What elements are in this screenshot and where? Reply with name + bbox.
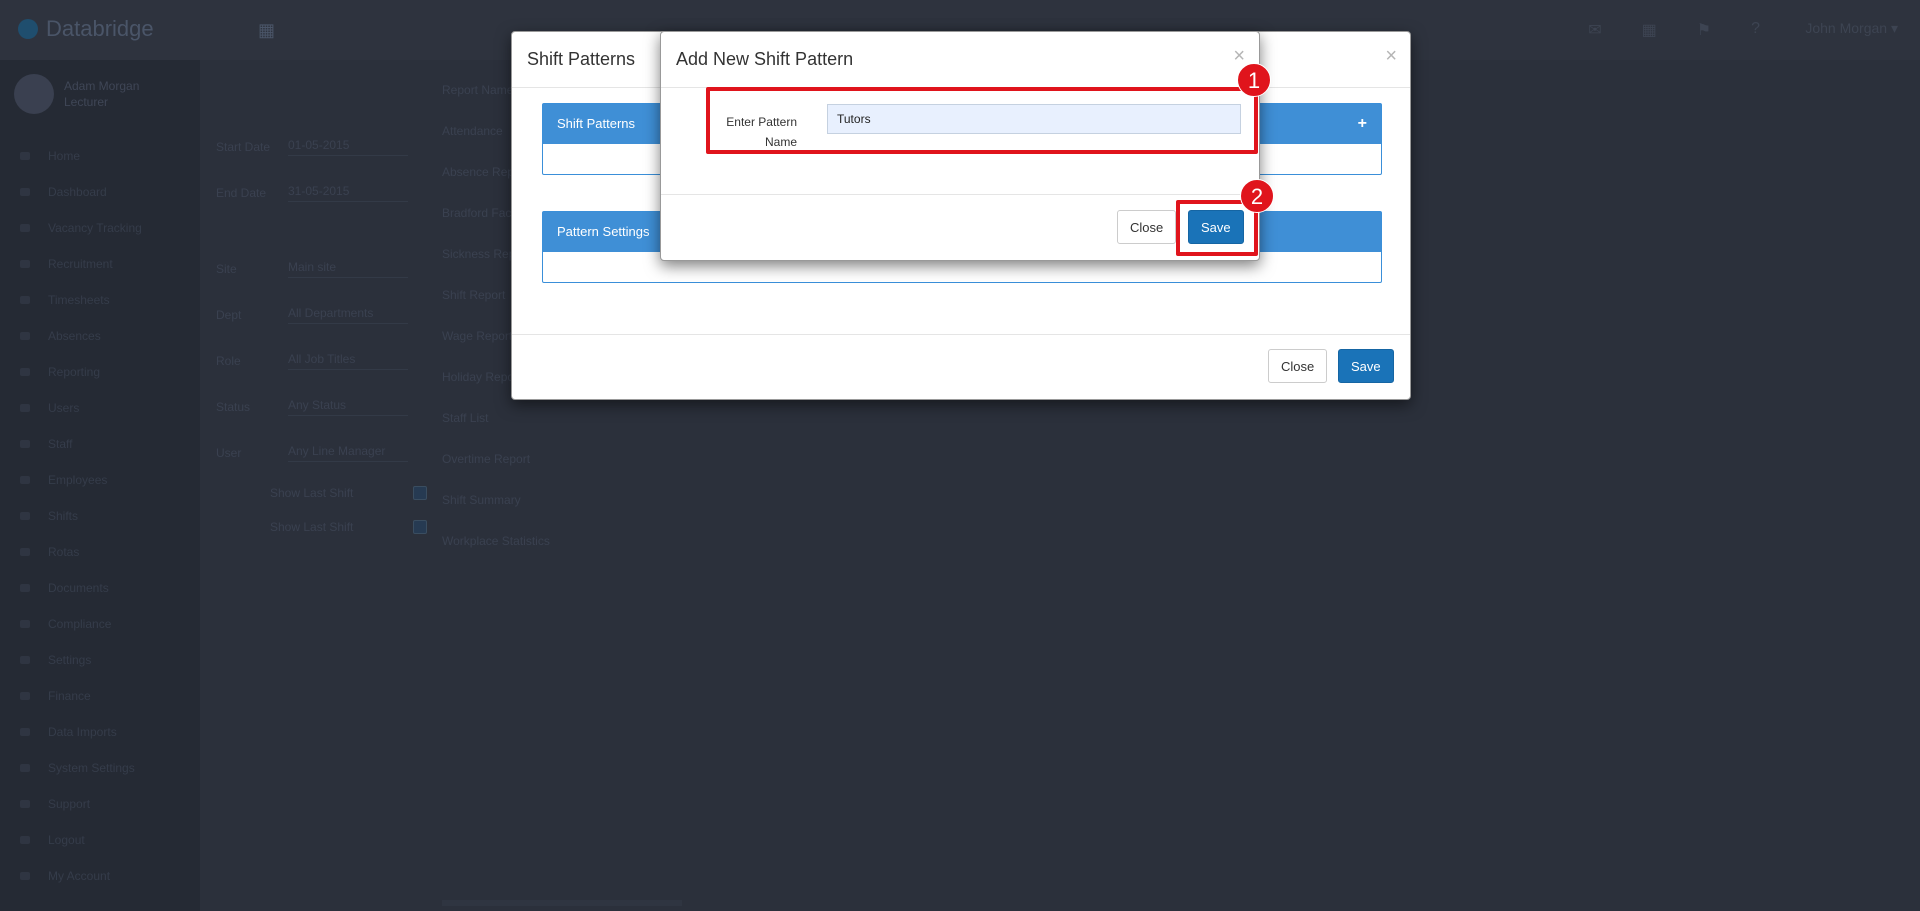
add-pattern-plus-icon[interactable]: +: [1358, 104, 1367, 144]
close-icon[interactable]: ×: [1233, 46, 1245, 66]
close-button[interactable]: Close: [1117, 210, 1177, 244]
modal-title: Add New Shift Pattern: [676, 49, 854, 69]
modal-header: Add New Shift Pattern ×: [661, 32, 1259, 88]
panel-title: Pattern Settings: [557, 224, 650, 239]
step-badge-2: 2: [1240, 179, 1274, 213]
save-button[interactable]: Save: [1338, 349, 1394, 383]
modal-footer: Close Save: [661, 194, 1259, 260]
highlight-pattern-name-field: [706, 87, 1258, 154]
close-icon[interactable]: ×: [1385, 46, 1397, 66]
panel-title: Shift Patterns: [557, 116, 636, 131]
step-badge-1: 1: [1237, 63, 1271, 97]
modal-footer: Close Save: [512, 334, 1410, 399]
close-button[interactable]: Close: [1268, 349, 1328, 383]
modal-title: Shift Patterns: [527, 49, 636, 69]
